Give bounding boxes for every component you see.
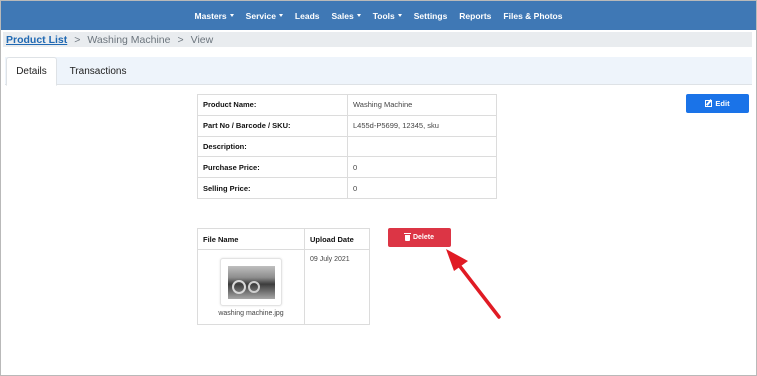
product-name-label: Product Name:: [197, 94, 348, 116]
description-label: Description:: [197, 135, 348, 158]
selling-price-label: Selling Price:: [197, 177, 348, 199]
upload-date-header: Upload Date: [304, 228, 370, 250]
breadcrumb-item: Washing Machine: [87, 33, 171, 46]
table-row: Part No / Barcode / SKU: L455d-P5699, 12…: [197, 114, 497, 137]
trash-icon: [403, 232, 411, 241]
caret-down-icon: [356, 14, 361, 17]
edit-icon: [705, 100, 713, 107]
selling-price-value: 0: [347, 177, 497, 199]
nav-masters-label: Masters: [194, 10, 227, 21]
table-row: washing machine.jpg 09 July 2021: [197, 249, 370, 325]
breadcrumb-separator: >: [177, 33, 184, 46]
breadcrumb-separator: >: [74, 33, 81, 46]
file-thumbnail[interactable]: [220, 258, 282, 306]
purchase-price-label: Purchase Price:: [197, 156, 348, 179]
caret-down-icon: [278, 14, 283, 17]
files-table: File Name Upload Date washing machine.jp…: [197, 228, 370, 325]
washing-machine-image: [227, 265, 275, 299]
table-row: Purchase Price: 0: [197, 156, 497, 179]
edit-button[interactable]: Edit: [686, 94, 749, 113]
product-name-value: Washing Machine: [347, 94, 497, 116]
tab-details[interactable]: Details: [6, 57, 57, 86]
file-name[interactable]: washing machine.jpg: [203, 310, 299, 317]
table-header-row: File Name Upload Date: [197, 228, 370, 250]
top-navbar: Masters Service Leads Sales Tools Settin…: [1, 1, 756, 30]
upload-date-value: 09 July 2021: [304, 249, 370, 325]
nav-service-label: Service: [245, 10, 276, 21]
part-no-label: Part No / Barcode / SKU:: [197, 114, 348, 137]
tab-bar: Details Transactions: [5, 57, 752, 86]
nav-masters[interactable]: Masters: [195, 11, 234, 21]
purchase-price-value: 0: [347, 156, 497, 179]
file-cell: washing machine.jpg: [197, 249, 305, 325]
table-row: Product Name: Washing Machine: [197, 94, 497, 116]
nav-files-photos-label: Files & Photos: [503, 10, 563, 21]
nav-leads[interactable]: Leads: [295, 11, 320, 21]
nav-tools-label: Tools: [372, 10, 395, 21]
nav-sales[interactable]: Sales: [332, 11, 361, 21]
nav-sales-label: Sales: [331, 10, 354, 21]
table-row: Description:: [197, 135, 497, 158]
nav-tools[interactable]: Tools: [373, 11, 402, 21]
nav-files-photos[interactable]: Files & Photos: [503, 11, 562, 21]
part-no-value: L455d-P5699, 12345, sku: [347, 114, 497, 137]
nav-reports-label: Reports: [459, 10, 492, 21]
nav-service[interactable]: Service: [246, 11, 283, 21]
breadcrumb-current: View: [190, 33, 214, 46]
breadcrumb-product-list-link[interactable]: Product List: [6, 34, 67, 46]
nav-settings-label: Settings: [413, 10, 448, 21]
caret-down-icon: [397, 14, 402, 17]
nav-reports[interactable]: Reports: [459, 11, 491, 21]
table-row: Selling Price: 0: [197, 177, 497, 199]
annotation-arrow-icon: [446, 249, 501, 319]
edit-button-label: Edit: [715, 99, 730, 108]
breadcrumb: Product List > Washing Machine > View: [3, 32, 752, 47]
delete-button-label: Delete: [412, 234, 434, 241]
product-details-table: Product Name: Washing Machine Part No / …: [197, 94, 497, 199]
nav-leads-label: Leads: [294, 10, 320, 21]
tab-transactions[interactable]: Transactions: [65, 57, 131, 85]
caret-down-icon: [229, 14, 234, 17]
file-name-header: File Name: [197, 228, 305, 250]
description-value: [347, 135, 497, 158]
nav-settings[interactable]: Settings: [414, 11, 448, 21]
